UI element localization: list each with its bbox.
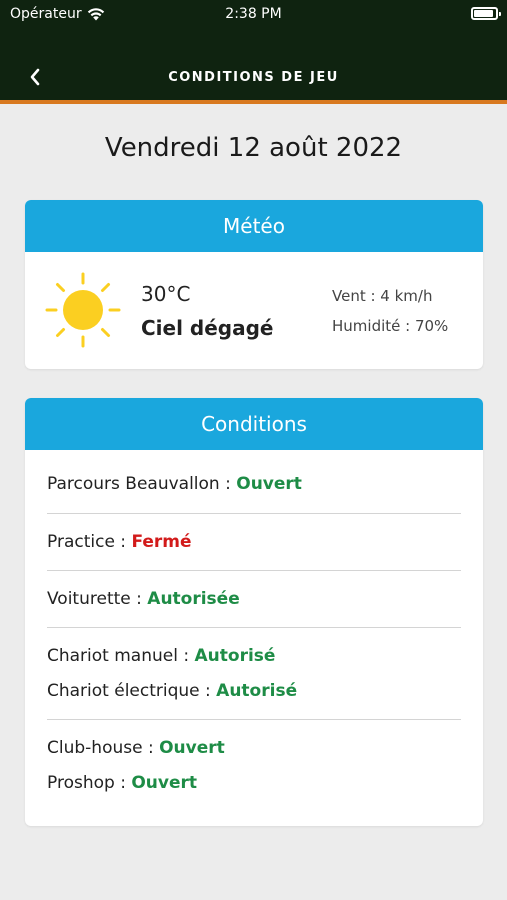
condition-row-voiturette: Voiturette : Autorisée bbox=[47, 589, 240, 609]
sun-icon bbox=[45, 272, 121, 348]
condition-status: Ouvert bbox=[159, 738, 225, 758]
condition-label: Proshop : bbox=[47, 773, 132, 793]
app-header: Opérateur 2:38 PM CONDITIONS DE JEU bbox=[0, 0, 507, 104]
condition-label: Club-house : bbox=[47, 738, 160, 758]
condition-label: Chariot électrique : bbox=[47, 681, 217, 701]
divider bbox=[47, 627, 461, 628]
conditions-card: Conditions Parcours Beauvallon : Ouvert … bbox=[25, 398, 483, 826]
date-title: Vendredi 12 août 2022 bbox=[104, 133, 403, 163]
condition-row-club-house: Club-house : Ouvert bbox=[47, 738, 225, 758]
condition-label: Chariot manuel : bbox=[47, 646, 195, 666]
condition-label: Practice : bbox=[47, 532, 132, 552]
condition-status: Autorisé bbox=[216, 681, 298, 701]
wind-speed: Vent : 4 km/h bbox=[332, 287, 433, 305]
condition-status: Autorisé bbox=[194, 646, 276, 666]
condition-label: Parcours Beauvallon : bbox=[47, 474, 237, 494]
condition-row-practice: Practice : Fermé bbox=[47, 532, 192, 552]
divider bbox=[47, 719, 461, 720]
battery-icon bbox=[471, 7, 501, 20]
condition-row-chariot-electrique: Chariot électrique : Autorisé bbox=[47, 681, 297, 701]
sky-condition: Ciel dégagé bbox=[141, 316, 274, 340]
condition-row-proshop: Proshop : Ouvert bbox=[47, 773, 197, 793]
condition-status: Fermé bbox=[131, 532, 192, 552]
status-bar: Opérateur 2:38 PM bbox=[0, 0, 507, 30]
meteo-card-header: Météo bbox=[25, 200, 483, 252]
condition-label: Voiturette : bbox=[47, 589, 148, 609]
temperature: 30°C bbox=[141, 282, 191, 306]
condition-status: Ouvert bbox=[131, 773, 198, 793]
page-title: CONDITIONS DE JEU bbox=[168, 70, 339, 85]
divider bbox=[47, 513, 461, 514]
meteo-card: Météo 30°C Ciel dégagé Vent : 4 km/h Hum… bbox=[25, 200, 483, 369]
conditions-card-header: Conditions bbox=[25, 398, 483, 450]
condition-status: Autorisée bbox=[147, 589, 240, 609]
condition-row-parcours: Parcours Beauvallon : Ouvert bbox=[47, 474, 302, 494]
condition-row-chariot-manuel: Chariot manuel : Autorisé bbox=[47, 646, 275, 666]
battery-fill bbox=[474, 10, 493, 17]
humidity: Humidité : 70% bbox=[332, 317, 449, 335]
condition-status: Ouvert bbox=[236, 474, 302, 494]
divider bbox=[47, 570, 461, 571]
status-time: 2:38 PM bbox=[225, 6, 282, 22]
